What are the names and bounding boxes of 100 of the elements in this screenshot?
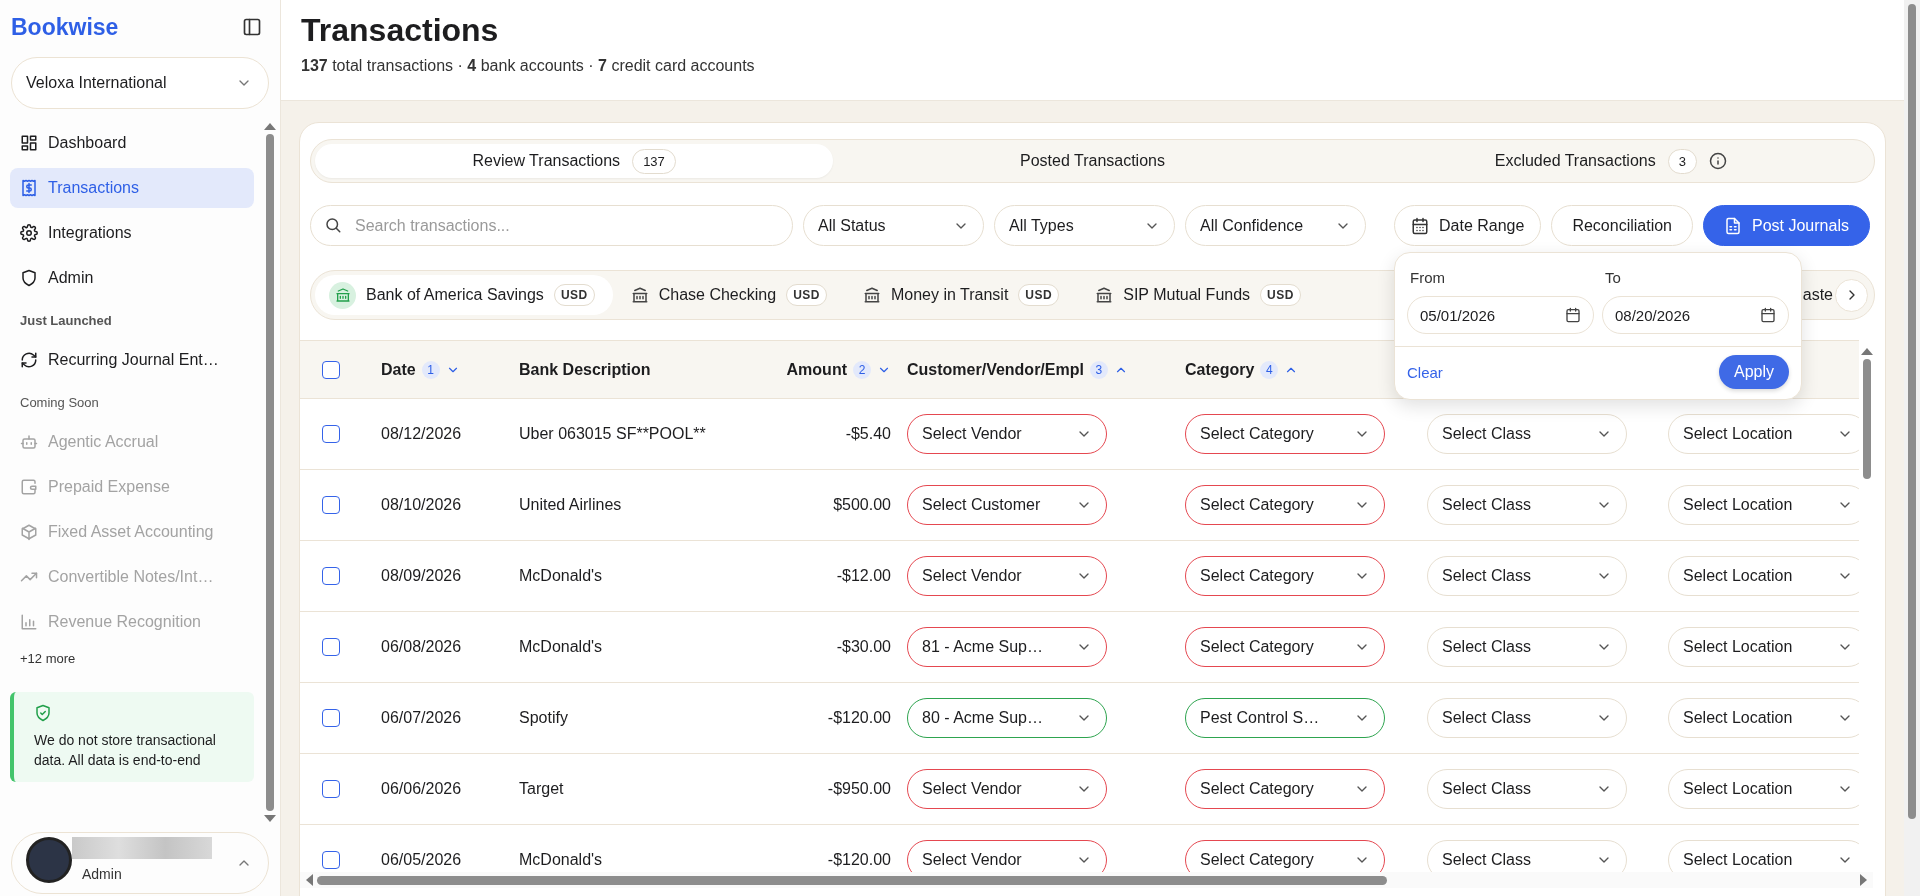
select-field[interactable]: Select Vendor	[907, 414, 1107, 454]
table-cell: United Airlines	[519, 496, 622, 514]
nav-item[interactable]: Transactions	[10, 168, 254, 208]
scrollbar[interactable]	[300, 872, 1873, 888]
table-cell: -$30.00	[836, 638, 891, 656]
table-cell: McDonald's	[519, 638, 603, 656]
row-checkbox[interactable]	[322, 496, 340, 514]
more-link[interactable]: +12 more	[10, 647, 254, 666]
nav-item[interactable]: Integrations	[10, 213, 254, 253]
section-label: Coming Soon	[19, 394, 100, 412]
column-header[interactable]: Amount	[786, 360, 847, 379]
sort-order-badge: 2	[853, 360, 871, 379]
table-cell: 06/05/2026	[381, 851, 462, 869]
select-field[interactable]: Select Category	[1185, 556, 1385, 596]
robot-icon	[20, 433, 38, 451]
select-field[interactable]: Select Vendor	[907, 769, 1107, 809]
select-field[interactable]: Select Class	[1427, 485, 1627, 525]
currency-badge: USD	[786, 284, 827, 306]
select-field[interactable]: Select Class	[1427, 840, 1627, 872]
organization-select[interactable]: Veloxa International	[11, 57, 269, 109]
row-checkbox[interactable]	[322, 851, 340, 869]
column-header[interactable]: Date	[381, 360, 416, 379]
select-field[interactable]: Select Vendor	[907, 840, 1107, 872]
scrollbar[interactable]	[264, 123, 276, 822]
select-field[interactable]: 81 - Acme Sup…	[907, 627, 1107, 667]
select-field[interactable]: Select Location	[1668, 840, 1859, 872]
search-field[interactable]: Search transactions...	[310, 205, 793, 246]
document-icon	[1724, 216, 1742, 235]
select-field[interactable]: Select Category	[1185, 414, 1385, 454]
select-field[interactable]: Select Location	[1668, 556, 1859, 596]
select-field[interactable]: Select Class	[1427, 414, 1627, 454]
table-cell: -$120.00	[827, 851, 891, 869]
filter-select[interactable]: All Status	[803, 205, 984, 246]
select-field[interactable]: Select Class	[1427, 698, 1627, 738]
row-checkbox[interactable]	[322, 780, 340, 798]
row-checkbox[interactable]	[322, 425, 340, 443]
sort-order-badge: 1	[421, 360, 440, 379]
app-logo[interactable]: Bookwise	[11, 13, 119, 41]
table-cell: 08/12/2026	[381, 425, 462, 443]
table-cell: McDonald's	[519, 851, 603, 869]
row-checkbox[interactable]	[322, 567, 340, 585]
account-tab[interactable]: aste	[1802, 275, 1835, 315]
page-title: Transactions	[301, 12, 500, 49]
date-range-button[interactable]: Date Range	[1394, 205, 1542, 246]
row-checkbox[interactable]	[322, 709, 340, 727]
reconciliation-button[interactable]: Reconciliation	[1551, 205, 1693, 246]
table-cell: Target	[519, 780, 564, 798]
notice-text: We do not store transactional data. All data is end-to-end	[34, 731, 217, 770]
select-field[interactable]: Select Category	[1185, 840, 1385, 872]
table-cell: -$5.40	[845, 425, 891, 443]
account-tab[interactable]: Chase Checking USD	[612, 275, 845, 315]
sidebar-toggle-icon[interactable]	[242, 17, 262, 37]
bank-icon	[630, 286, 649, 304]
select-field[interactable]: Select Location	[1668, 414, 1859, 454]
select-field[interactable]: Select Vendor	[907, 556, 1107, 596]
select-field[interactable]: Select Location	[1668, 769, 1859, 809]
select-field[interactable]: Select Category	[1185, 485, 1385, 525]
row-checkbox[interactable]	[322, 638, 340, 656]
account-tab[interactable]: SIP Mutual Funds USD	[1077, 275, 1319, 315]
table-cell: McDonald's	[519, 567, 603, 585]
tab[interactable]: Excluded Transactions 3	[1351, 144, 1870, 178]
filter-select[interactable]: All Types	[994, 205, 1175, 246]
table-cell: -$12.00	[836, 567, 891, 585]
select-field[interactable]: Select Category	[1185, 627, 1385, 667]
count-badge: 3	[1667, 148, 1697, 174]
grid-icon	[20, 134, 38, 152]
tab[interactable]: Review Transactions 137	[315, 144, 834, 178]
select-all-checkbox[interactable]	[322, 360, 340, 379]
column-header[interactable]: Bank Description	[519, 360, 651, 379]
filter-select[interactable]: All Confidence	[1185, 205, 1366, 246]
select-field[interactable]: Select Customer	[907, 485, 1107, 525]
account-tab[interactable]: Bank of America Savings USD	[315, 275, 613, 315]
select-field[interactable]: Select Class	[1427, 769, 1627, 809]
post-journals-button[interactable]: Post Journals	[1703, 205, 1870, 246]
tab[interactable]: Posted Transactions	[833, 144, 1352, 178]
field-label: From	[1410, 269, 1446, 286]
nav-item[interactable]: Dashboard	[10, 123, 254, 163]
select-field[interactable]: Select Category	[1185, 769, 1385, 809]
select-field[interactable]: Select Class	[1427, 627, 1627, 667]
scrollbar[interactable]	[1904, 0, 1920, 896]
bank-icon	[862, 286, 881, 304]
select-field[interactable]: Select Location	[1668, 627, 1859, 667]
nav-item[interactable]: Recurring Journal Ent…	[10, 340, 254, 380]
wallet-icon	[20, 478, 38, 496]
dollar-receipt-icon	[20, 179, 38, 197]
apply-button[interactable]: Apply	[1718, 355, 1789, 389]
table-cell: 06/07/2026	[381, 709, 462, 727]
clear-link[interactable]: Clear	[1407, 363, 1443, 381]
select-field[interactable]: 80 - Acme Sup…	[907, 698, 1107, 738]
column-header[interactable]: Customer/Vendor/Empl	[907, 360, 1084, 379]
avatar	[26, 837, 72, 883]
select-field[interactable]: Select Location	[1668, 485, 1859, 525]
count-badge: 137	[632, 148, 676, 174]
select-field[interactable]: Select Class	[1427, 556, 1627, 596]
select-field[interactable]: Select Location	[1668, 698, 1859, 738]
table-cell: Uber 063015 SF**POOL**	[519, 425, 706, 443]
account-tab[interactable]: Money in Transit USD	[844, 275, 1078, 315]
nav-item[interactable]: Admin	[10, 258, 254, 298]
select-field[interactable]: Pest Control S…	[1185, 698, 1385, 738]
column-header[interactable]: Category	[1185, 360, 1255, 379]
